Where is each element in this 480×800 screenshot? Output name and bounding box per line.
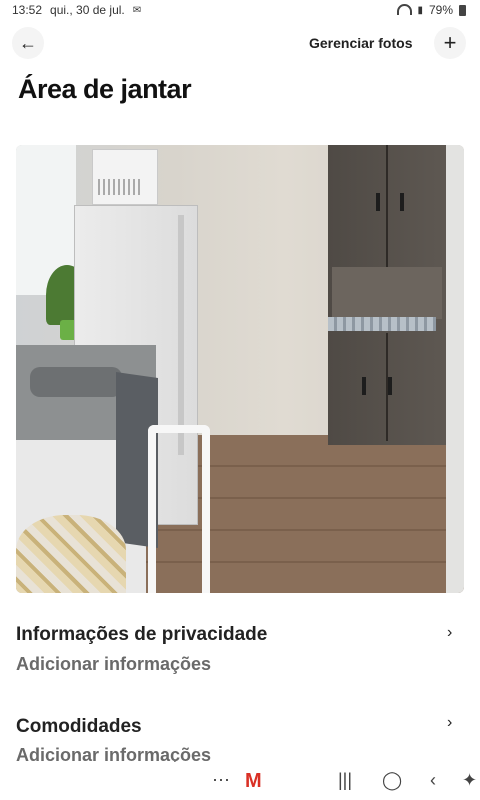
battery-icon [459, 4, 466, 16]
arrow-left-icon: ← [19, 32, 37, 53]
battery-level: 79% [428, 3, 453, 17]
manage-photos-button[interactable]: Gerenciar fotos [309, 35, 412, 51]
privacy-info-title: Informações de privacidade [16, 624, 268, 645]
amenities-title: Comodidades [16, 716, 142, 737]
photo-right-wall [446, 145, 464, 593]
status-right: ▮ 79% [395, 3, 466, 17]
wifi-icon [395, 4, 413, 15]
photo-microwave-vent [98, 179, 142, 195]
photo-sink [30, 367, 122, 397]
privacy-info-subtitle: Adicionar informações [16, 654, 212, 674]
photo-fridge-handle [178, 215, 184, 455]
status-date: qui., 30 de jul. [50, 3, 125, 17]
top-bar: ← Gerenciar fotos + [0, 24, 480, 64]
room-photo[interactable] [16, 145, 464, 593]
photo-cabinet-knob [376, 193, 380, 211]
photo-cabinet-knob [388, 377, 392, 395]
signal-icon: ▮ [417, 4, 423, 16]
photo-cabinet-split [386, 145, 388, 267]
photo-cabinet-niche [332, 267, 442, 319]
chevron-right-icon: › [447, 624, 453, 641]
gmail-icon[interactable]: M [245, 770, 262, 793]
gmail-notification-icon: ✉ [132, 4, 142, 16]
photo-chair [148, 425, 210, 593]
page-title: Área de jantar [18, 74, 192, 104]
photo-cabinet-knob [400, 193, 404, 211]
photo-cabinet-shelf [328, 317, 436, 331]
plus-icon: + [443, 30, 457, 55]
photo-table [16, 515, 126, 593]
add-photo-button[interactable]: + [434, 27, 466, 59]
system-nav-bar: ⋯ M ||| ◯ ‹ ✦ [0, 762, 480, 800]
recents-icon[interactable]: ||| [338, 770, 352, 791]
status-bar: 13:52 qui., 30 de jul. ✉ ▮ 79% [0, 0, 480, 20]
accessibility-icon[interactable]: ✦ [462, 770, 477, 791]
back-button[interactable]: ← [12, 27, 44, 59]
chevron-right-icon: › [447, 714, 453, 731]
photo-microwave [92, 149, 158, 205]
status-time: 13:52 [12, 3, 43, 17]
back-icon[interactable]: ‹ [430, 770, 436, 791]
photo-cabinet-knob [362, 377, 366, 395]
apps-grid-icon[interactable]: ⋯ [212, 770, 230, 791]
home-icon[interactable]: ◯ [382, 770, 402, 791]
status-left: 13:52 qui., 30 de jul. ✉ [12, 3, 141, 17]
